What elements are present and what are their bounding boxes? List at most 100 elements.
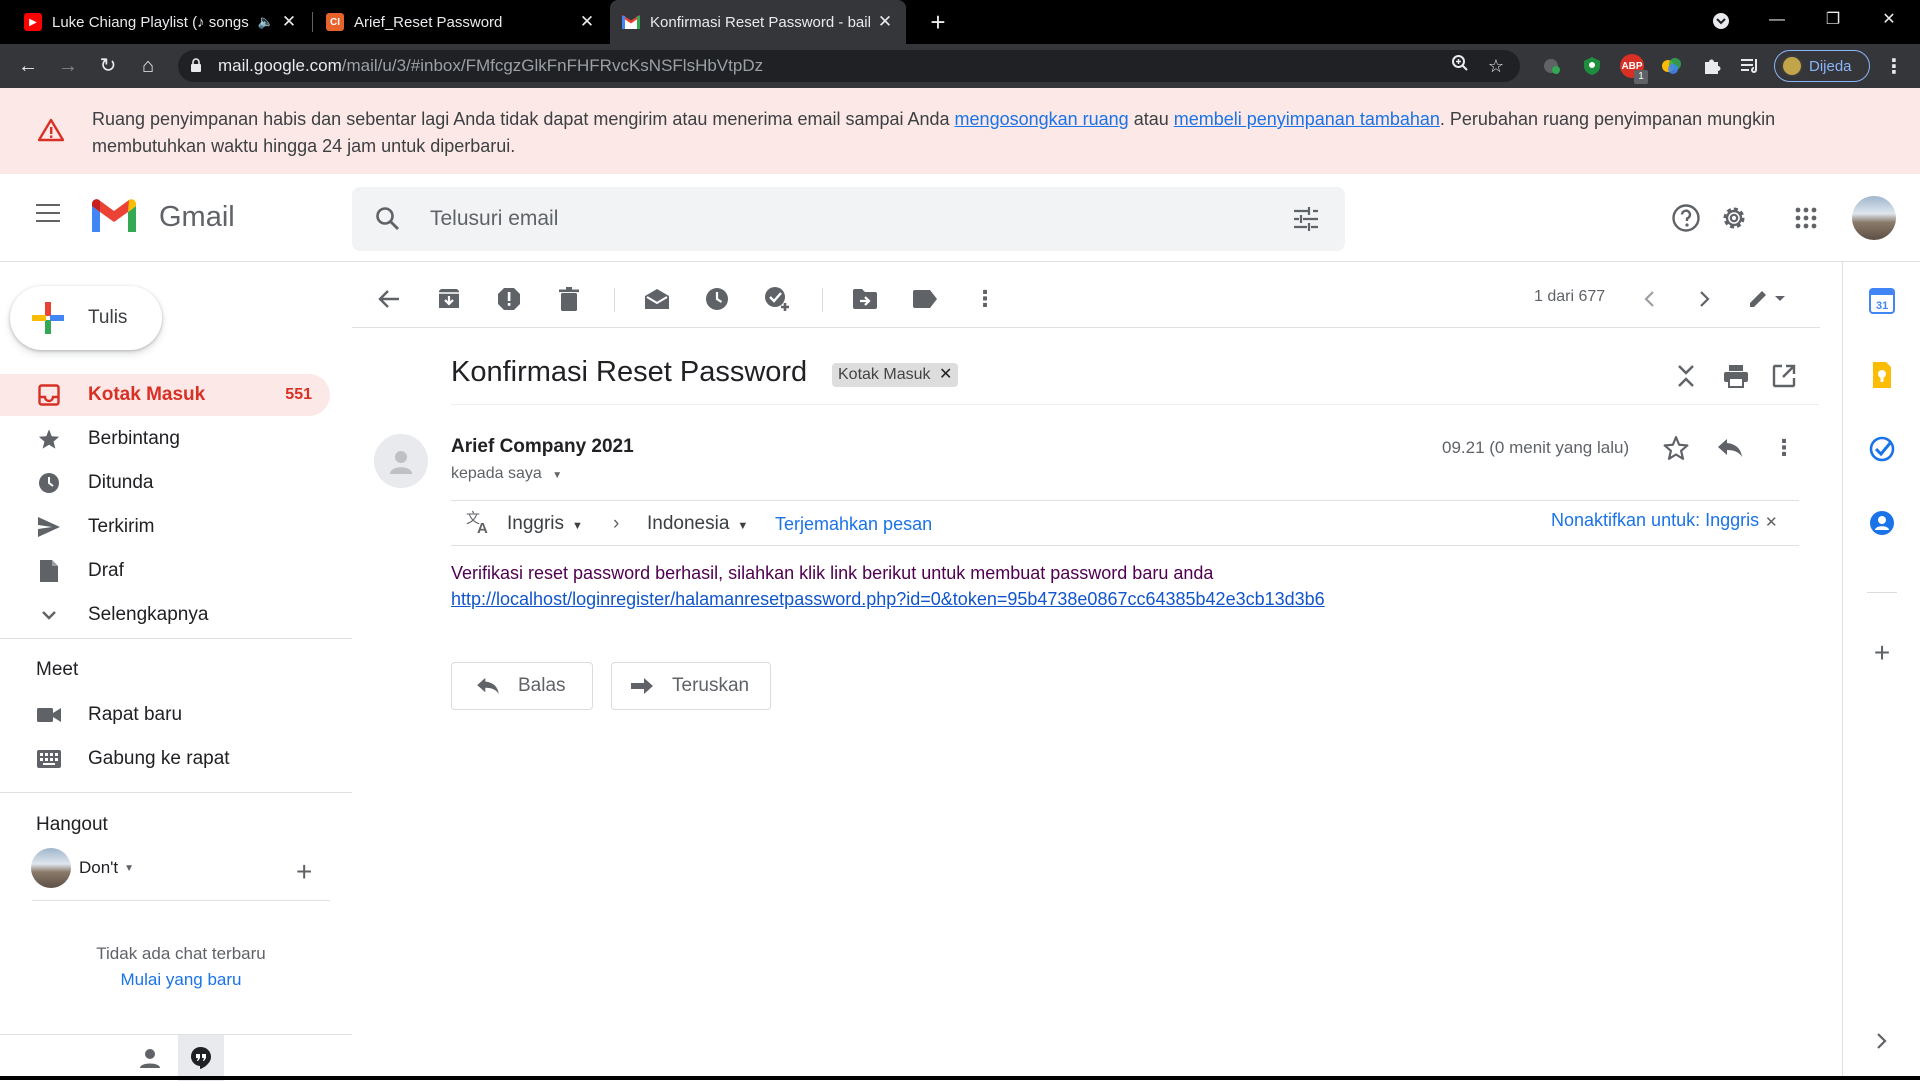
- archive-icon[interactable]: [434, 284, 464, 314]
- sidebar-item-starred[interactable]: Berbintang: [0, 418, 330, 460]
- keep-notes-icon[interactable]: [1867, 360, 1897, 390]
- hangouts-chat-icon[interactable]: [178, 1035, 224, 1081]
- gmail-wordmark[interactable]: Gmail: [159, 201, 235, 234]
- tab-close-icon[interactable]: ✕: [280, 12, 298, 32]
- newer-chevron-left-icon[interactable]: [1634, 284, 1664, 314]
- extension-green-icon[interactable]: [1540, 54, 1564, 78]
- speaker-icon[interactable]: 🔈: [258, 14, 274, 30]
- message-more-icon[interactable]: ⋮: [1770, 434, 1798, 462]
- snooze-clock-icon[interactable]: [702, 284, 732, 314]
- sidebar-item-more[interactable]: Selengkapnya: [0, 594, 330, 636]
- maximize-button[interactable]: ❐: [1810, 0, 1856, 40]
- delete-trash-icon[interactable]: [554, 284, 584, 314]
- back-to-inbox-icon[interactable]: [374, 284, 404, 314]
- profile-button[interactable]: Dijeda: [1774, 50, 1870, 82]
- hangout-user-status[interactable]: Don't ▼: [31, 848, 134, 888]
- tasks-icon[interactable]: [1867, 434, 1897, 464]
- bookmark-star-icon[interactable]: ☆: [1484, 54, 1508, 78]
- extension-shield-icon[interactable]: [1580, 54, 1604, 78]
- report-spam-icon[interactable]: [494, 284, 524, 314]
- minimize-button[interactable]: —: [1754, 0, 1800, 40]
- reload-icon[interactable]: ↻: [94, 52, 122, 80]
- extensions-puzzle-icon[interactable]: [1700, 54, 1724, 78]
- search-options-icon[interactable]: [1293, 207, 1319, 231]
- compose-button[interactable]: Tulis: [10, 286, 162, 350]
- home-icon[interactable]: ⌂: [134, 52, 162, 80]
- start-new-chat-link[interactable]: Mulai yang baru: [0, 970, 362, 990]
- sender-name[interactable]: Arief Company 2021: [451, 436, 634, 458]
- disable-translation-link[interactable]: Nonaktifkan untuk: Inggris: [1551, 510, 1759, 531]
- reset-password-link[interactable]: http://localhost/loginregister/halamanre…: [451, 586, 1325, 612]
- print-icon[interactable]: [1722, 362, 1750, 390]
- back-icon[interactable]: ←: [14, 52, 42, 80]
- tab-close-icon[interactable]: ✕: [578, 12, 596, 32]
- new-tab-button[interactable]: +: [922, 6, 954, 38]
- send-icon: [37, 515, 61, 539]
- forward-icon[interactable]: →: [54, 52, 82, 80]
- sidebar-item-drafts[interactable]: Draf: [0, 550, 330, 592]
- tab-title: Arief_Reset Password: [354, 13, 503, 31]
- older-chevron-right-icon[interactable]: [1690, 284, 1720, 314]
- inbox-label-chip[interactable]: Kotak Masuk ✕: [832, 363, 959, 387]
- main-menu-icon[interactable]: [36, 204, 60, 224]
- meet-join-meeting[interactable]: Gabung ke rapat: [0, 738, 330, 780]
- get-addons-plus-icon[interactable]: +: [1867, 637, 1897, 668]
- source-language-dropdown[interactable]: Inggris ▼: [507, 513, 583, 535]
- tab-youtube-playlist[interactable]: ▶ Luke Chiang Playlist (♪ songs 🔈 ✕: [12, 0, 310, 44]
- reply-arrow-icon[interactable]: [1716, 434, 1744, 462]
- account-avatar[interactable]: [1852, 196, 1896, 240]
- buy-storage-link[interactable]: membeli penyimpanan tambahan: [1174, 109, 1440, 129]
- search-input[interactable]: [430, 187, 1230, 251]
- gmail-logo-icon[interactable]: [88, 196, 140, 236]
- move-to-folder-icon[interactable]: [850, 284, 880, 314]
- tab-title: Luke Chiang Playlist (♪ songs: [52, 13, 249, 31]
- zoom-icon[interactable]: [1448, 54, 1472, 78]
- input-tools-pencil-icon[interactable]: [1744, 284, 1790, 314]
- open-in-new-window-icon[interactable]: [1770, 362, 1798, 390]
- forward-button[interactable]: Teruskan: [611, 662, 771, 710]
- contacts-person-icon[interactable]: [138, 1047, 162, 1074]
- recipient-details[interactable]: kepada saya ▼: [451, 465, 562, 483]
- calendar-icon[interactable]: 31: [1867, 286, 1897, 316]
- tab-arief-reset-password[interactable]: CI Arief_Reset Password ✕: [314, 0, 608, 44]
- search-icon[interactable]: [374, 205, 402, 233]
- caret-down-icon[interactable]: ▼: [552, 470, 562, 481]
- remove-label-icon[interactable]: ✕: [939, 366, 952, 383]
- warning-text: Ruang penyimpanan habis dan sebentar lag…: [92, 109, 1776, 156]
- more-options-icon[interactable]: ⋮: [970, 284, 1000, 314]
- codeigniter-icon: CI: [326, 13, 344, 31]
- browser-tab-bar: ▶ Luke Chiang Playlist (♪ songs 🔈 ✕ CI A…: [0, 0, 1920, 44]
- meet-new-meeting[interactable]: Rapat baru: [0, 694, 330, 736]
- close-window-button[interactable]: ✕: [1866, 0, 1912, 40]
- settings-gear-icon[interactable]: [1714, 198, 1754, 238]
- mark-unread-icon[interactable]: [642, 284, 672, 314]
- address-bar[interactable]: mail.google.com/mail/u/3/#inbox/FMfcgzGl…: [178, 50, 1520, 82]
- sidebar-item-snoozed[interactable]: Ditunda: [0, 462, 330, 504]
- close-translate-icon[interactable]: ✕: [1765, 513, 1778, 531]
- free-space-link[interactable]: mengosongkan ruang: [955, 109, 1129, 129]
- new-chat-plus-icon[interactable]: +: [296, 856, 312, 888]
- sidebar-item-inbox[interactable]: Kotak Masuk 551: [0, 374, 330, 416]
- add-to-tasks-icon[interactable]: [762, 284, 792, 314]
- sender-avatar[interactable]: [374, 434, 428, 488]
- tab-close-icon[interactable]: ✕: [876, 12, 894, 32]
- contacts-icon[interactable]: [1867, 508, 1897, 538]
- extension-color-icon[interactable]: [1660, 54, 1684, 78]
- search-bar[interactable]: [352, 187, 1345, 251]
- label-tag-icon[interactable]: [910, 284, 940, 314]
- star-message-icon[interactable]: [1662, 434, 1690, 462]
- apps-grid-icon[interactable]: [1786, 198, 1826, 238]
- warning-icon: [38, 118, 64, 142]
- reply-button[interactable]: Balas: [451, 662, 593, 710]
- browser-menu-icon[interactable]: ⋮: [1882, 54, 1906, 79]
- sidebar-item-sent[interactable]: Terkirim: [0, 506, 330, 548]
- expand-panel-chevron-icon[interactable]: [1867, 1026, 1897, 1056]
- help-icon[interactable]: [1666, 198, 1706, 238]
- tab-gmail-active[interactable]: Konfirmasi Reset Password - baih ✕: [610, 0, 906, 44]
- tab-search-button[interactable]: [1698, 0, 1744, 40]
- collapse-all-icon[interactable]: [1672, 362, 1700, 390]
- keyboard-icon: [37, 747, 61, 771]
- translate-message-link[interactable]: Terjemahkan pesan: [775, 514, 932, 535]
- target-language-dropdown[interactable]: Indonesia ▼: [647, 513, 748, 535]
- reading-list-icon[interactable]: [1738, 54, 1762, 78]
